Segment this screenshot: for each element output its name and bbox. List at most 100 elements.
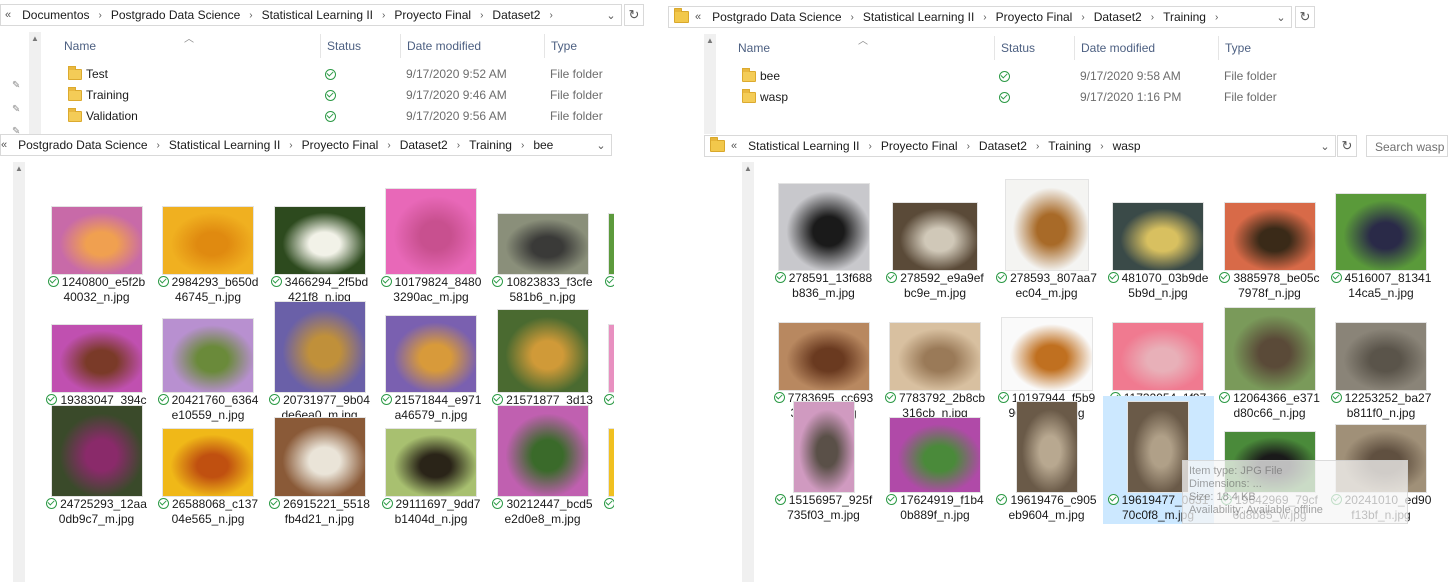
sync-ok-icon [1107,272,1119,284]
overflow-chevron-icon[interactable]: « [1,139,7,151]
chevron-right-icon[interactable]: › [476,10,487,21]
file-row[interactable]: Validation 9/17/2020 9:56 AM File folder [58,106,638,127]
address-bar[interactable]: « Statistical Learning II › Proyecto Fina… [704,135,1336,157]
refresh-button[interactable]: ↻ [1337,135,1357,157]
breadcrumb-item[interactable]: Dataset2 [395,138,453,152]
column-status[interactable]: Status [320,34,400,58]
address-dropdown-icon[interactable]: ⌄ [591,135,611,155]
chevron-right-icon[interactable]: › [245,10,256,21]
thumbnail-frame [880,294,991,390]
breadcrumb-item[interactable]: Statistical Learning II [257,8,378,22]
thumbnail-item[interactable]: 278592_e9a9ef bc9e_m.jpg [880,174,991,302]
nav-pane-scrollbar[interactable]: ▲ [29,32,41,135]
thumbnail-item[interactable]: 1240800_e5f2b 40032_n.jpg [41,178,152,306]
column-type[interactable]: Type [1218,36,1338,60]
nav-pane-scrollbar[interactable]: ▲ [742,162,754,582]
file-row[interactable]: Test 9/17/2020 9:52 AM File folder [58,64,638,85]
column-name[interactable]: Name [732,36,994,60]
overflow-chevron-icon[interactable]: « [695,11,701,23]
breadcrumb-item[interactable]: Proyecto Final [297,138,384,152]
breadcrumb-item[interactable]: bee [528,138,558,152]
thumbnail-item[interactable]: 4516007_81341 14ca5_n.jpg [1326,174,1437,302]
chevron-right-icon[interactable]: › [1211,12,1222,23]
nav-pane-scrollbar[interactable]: ▲ [13,162,25,582]
address-bar[interactable]: « Documentos › Postgrado Data Science › St… [0,4,622,26]
breadcrumb-item[interactable]: Dataset2 [1089,10,1147,24]
address-bar[interactable]: « Postgrado Data Science › Statistical Le… [668,6,1292,28]
refresh-button[interactable]: ↻ [624,4,644,26]
column-status[interactable]: Status [994,36,1074,60]
address-dropdown-icon[interactable]: ⌄ [1271,7,1291,27]
scroll-up-icon[interactable]: ▲ [29,34,41,43]
chevron-right-icon[interactable]: › [383,140,394,151]
chevron-right-icon[interactable]: › [865,141,876,152]
thumbnail-item[interactable]: 19619476_c905 eb9604_m.jpg [991,396,1102,524]
thumbnail-item[interactable]: 278591_13f688 b836_m.jpg [768,174,879,302]
column-date[interactable]: Date modified [1074,36,1218,60]
breadcrumb-item[interactable]: Dataset2 [487,8,545,22]
chevron-right-icon[interactable]: › [1032,141,1043,152]
thumbnail-item[interactable]: 481070_03b9de 5b9d_n.jpg [1103,174,1214,302]
file-row[interactable]: Training 9/17/2020 9:46 AM File folder [58,85,638,106]
chevron-right-icon[interactable]: › [285,140,296,151]
thumbnail-item[interactable]: 10823834_7f6ddb5bce_n.jpg [599,178,614,306]
thumbnail-item[interactable]: 30212447_bcd5 e2d0e8_m.jpg [487,400,598,528]
nav-pane-scrollbar[interactable]: ▲ [704,34,716,135]
chevron-right-icon[interactable]: › [378,10,389,21]
column-date[interactable]: Date modified [400,34,544,58]
chevron-right-icon[interactable]: › [1077,12,1088,23]
chevron-right-icon[interactable]: › [517,140,528,151]
breadcrumb-item[interactable]: Postgrado Data Science [707,10,846,24]
refresh-button[interactable]: ↻ [1295,6,1315,28]
thumbnail-item[interactable]: 17624919_f1b4 0b889f_n.jpg [880,396,991,524]
chevron-right-icon[interactable]: › [1096,141,1107,152]
thumbnail-item[interactable]: 30593623_7199aec756_n.jpg [599,400,614,528]
chevron-right-icon[interactable]: › [847,12,858,23]
breadcrumb-item[interactable]: Training [1043,139,1096,153]
breadcrumb-item[interactable]: Proyecto Final [389,8,476,22]
file-row[interactable]: wasp 9/17/2020 1:16 PM File folder [732,87,1422,108]
thumbnail-item[interactable]: 3466294_2f5bd 421f8_n.jpg [264,178,375,306]
thumbnail-item[interactable]: 3885978_be05c 7978f_n.jpg [1214,174,1325,302]
breadcrumb-item[interactable]: Postgrado Data Science [13,138,152,152]
chevron-right-icon[interactable]: › [453,140,464,151]
thumbnail-item[interactable]: 278593_807aa7 ec04_m.jpg [991,174,1102,302]
column-type[interactable]: Type [544,34,638,58]
scroll-up-icon[interactable]: ▲ [742,164,754,173]
overflow-chevron-icon[interactable]: « [731,140,737,152]
chevron-right-icon[interactable]: › [963,141,974,152]
thumbnail-item[interactable]: 26915221_5518 fb4d21_n.jpg [264,400,375,528]
thumbnail-item[interactable]: 10823833_f3cfe 581b6_n.jpg [487,178,598,306]
chevron-right-icon[interactable]: › [153,140,164,151]
file-row[interactable]: bee 9/17/2020 9:58 AM File folder [732,66,1422,87]
address-bar[interactable]: « Postgrado Data Science › Statistical Le… [0,134,612,156]
breadcrumb-item[interactable]: Training [1158,10,1211,24]
thumbnail-item[interactable]: 10179824_8480 3290ac_m.jpg [376,178,487,306]
thumbnail-item[interactable]: 2984293_b650d 46745_n.jpg [153,178,264,306]
chevron-right-icon[interactable]: › [1147,12,1158,23]
search-input[interactable]: Search wasp [1366,135,1448,157]
thumbnail-item[interactable]: 26588068_c137 04e565_n.jpg [153,400,264,528]
chevron-right-icon[interactable]: › [979,12,990,23]
address-dropdown-icon[interactable]: ⌄ [1315,136,1335,156]
scroll-up-icon[interactable]: ▲ [13,164,25,173]
breadcrumb-item[interactable]: Documentos [17,8,94,22]
chevron-right-icon[interactable]: › [95,10,106,21]
thumbnail-item[interactable]: 24725293_12aa 0db9c7_m.jpg [41,400,152,528]
breadcrumb-item[interactable]: Proyecto Final [876,139,963,153]
breadcrumb-item[interactable]: Training [464,138,517,152]
breadcrumb-item[interactable]: Statistical Learning II [858,10,979,24]
address-dropdown-icon[interactable]: ⌄ [601,5,621,25]
breadcrumb-item[interactable]: wasp [1108,139,1146,153]
breadcrumb-item[interactable]: Dataset2 [974,139,1032,153]
thumbnail-item[interactable]: 15156957_925f 735f03_m.jpg [768,396,879,524]
breadcrumb-item[interactable]: Postgrado Data Science [106,8,245,22]
scroll-up-icon[interactable]: ▲ [704,36,716,45]
breadcrumb-item[interactable]: Proyecto Final [991,10,1078,24]
overflow-chevron-icon[interactable]: « [5,9,11,21]
column-name[interactable]: Name [58,34,320,58]
breadcrumb-item[interactable]: Statistical Learning II [743,139,864,153]
chevron-right-icon[interactable]: › [545,10,556,21]
breadcrumb-item[interactable]: Statistical Learning II [164,138,285,152]
thumbnail-item[interactable]: 29111697_9dd7 b1404d_n.jpg [376,400,487,528]
